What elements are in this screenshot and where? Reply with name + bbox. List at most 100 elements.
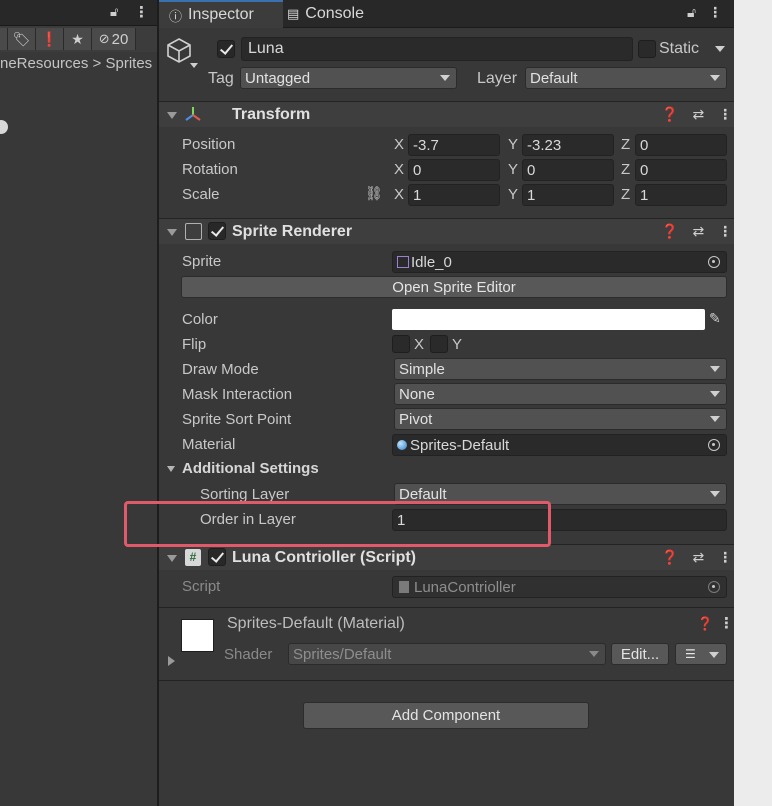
sprite-sort-point-value: Pivot <box>399 410 433 428</box>
star-icon[interactable]: ★ <box>64 28 92 50</box>
foldout-arrow-icon[interactable] <box>167 466 175 472</box>
layer-label: Layer <box>477 70 518 87</box>
preset-icon[interactable]: ⇄ <box>692 549 704 566</box>
component-actions: ❓ ⇄ ⋮ <box>661 549 732 566</box>
tab-console[interactable]: ▤ Console <box>287 0 387 28</box>
sprite-sort-point-dropdown[interactable]: Pivot <box>394 408 727 430</box>
open-sprite-editor-button[interactable]: Open Sprite Editor <box>181 276 727 298</box>
foldout-arrow-icon[interactable] <box>167 229 177 236</box>
edit-shader-button[interactable]: Edit... <box>611 643 669 665</box>
flip-x-label: X <box>414 336 425 353</box>
position-y-field[interactable]: -3.23 <box>522 134 614 156</box>
flip-label: Flip <box>182 336 207 353</box>
help-icon[interactable]: ❓ <box>697 616 713 632</box>
tag-dropdown[interactable]: Untagged <box>240 67 457 89</box>
flip-x-checkbox[interactable] <box>392 335 410 353</box>
draw-mode-value: Simple <box>399 360 445 378</box>
more-menu-icon[interactable]: ⋮ <box>718 106 732 123</box>
object-picker-icon[interactable] <box>708 439 720 451</box>
flip-y-label: Y <box>452 336 463 353</box>
rotation-z-field[interactable]: 0 <box>635 159 727 181</box>
rotation-y-field[interactable]: 0 <box>522 159 614 181</box>
static-dropdown-icon[interactable] <box>715 46 725 52</box>
help-icon[interactable]: ❓ <box>661 549 678 566</box>
more-menu-icon[interactable]: ⋮ <box>719 614 734 632</box>
color-swatch[interactable] <box>392 309 705 330</box>
chevron-down-icon <box>709 652 719 658</box>
draw-mode-label: Draw Mode <box>182 361 259 378</box>
shader-label: Shader <box>224 646 273 663</box>
position-x-field[interactable]: -3.7 <box>408 134 500 156</box>
visibility-toggle[interactable]: ⊘ 20 <box>92 28 136 50</box>
rotation-x-field[interactable]: 0 <box>408 159 500 181</box>
foldout-arrow-icon[interactable] <box>168 656 175 666</box>
constrain-proportions-icon[interactable]: ⛓︎ <box>365 185 383 202</box>
chevron-down-icon <box>710 75 720 81</box>
material-label: Material <box>182 436 236 453</box>
material-object-field[interactable]: Sprites-Default <box>392 434 727 456</box>
help-icon[interactable]: ❓ <box>661 223 678 240</box>
layer-dropdown[interactable]: Default <box>525 67 727 89</box>
foldout-arrow-icon[interactable] <box>167 555 177 562</box>
sprite-value: Idle_0 <box>411 253 452 271</box>
status-dot-icon <box>0 120 8 134</box>
more-menu-icon[interactable]: ⋮ <box>718 549 732 566</box>
tag-label: Tag <box>208 70 234 87</box>
object-picker-icon[interactable] <box>708 256 720 268</box>
active-checkbox[interactable] <box>217 40 235 58</box>
x-axis-label: X <box>394 186 405 203</box>
more-menu-icon[interactable]: ⋮ <box>708 4 722 21</box>
material-asset-icon <box>397 440 407 450</box>
tool-button[interactable] <box>0 28 8 50</box>
additional-settings-foldout[interactable]: Additional Settings <box>182 460 319 477</box>
shader-dropdown[interactable]: Sprites/Default <box>288 643 606 665</box>
position-z-field[interactable]: 0 <box>635 134 727 156</box>
gameobject-cube-icon[interactable] <box>165 36 193 64</box>
color-label: Color <box>182 311 218 328</box>
preset-icon[interactable]: ⇄ <box>692 223 704 240</box>
chevron-down-icon <box>710 491 720 497</box>
divider <box>159 680 734 681</box>
transform-header[interactable]: Transform ❓ ⇄ ⋮ <box>159 101 734 127</box>
scale-x-field[interactable]: 1 <box>408 184 500 206</box>
more-menu-icon[interactable]: ⋮ <box>718 223 732 240</box>
console-icon: ▤ <box>287 6 300 21</box>
lock-icon[interactable]: 🔓︎ <box>110 4 118 20</box>
foldout-arrow-icon[interactable] <box>167 112 177 119</box>
more-menu-icon[interactable]: ⋮ <box>134 3 149 21</box>
hidden-count: 20 <box>111 30 129 48</box>
lock-icon[interactable]: 🔓︎ <box>687 4 696 21</box>
shader-options-button[interactable]: ☰ <box>675 643 727 665</box>
mask-interaction-dropdown[interactable]: None <box>394 383 727 405</box>
tab-inspector[interactable]: ⓘ Inspector <box>159 0 283 28</box>
scale-z-field[interactable]: 1 <box>635 184 727 206</box>
x-axis-label: X <box>394 136 405 153</box>
chevron-down-icon[interactable] <box>190 63 198 68</box>
static-checkbox[interactable] <box>638 40 656 58</box>
sprite-renderer-enabled-checkbox[interactable] <box>208 222 226 240</box>
sprite-renderer-header[interactable]: Sprite Renderer ❓ ⇄ ⋮ <box>159 218 734 244</box>
flip-y-checkbox[interactable] <box>430 335 448 353</box>
chevron-down-icon <box>710 416 720 422</box>
script-enabled-checkbox[interactable] <box>208 548 226 566</box>
breadcrumb[interactable]: neResources > Sprites <box>0 55 157 77</box>
add-component-button[interactable]: Add Component <box>303 702 589 729</box>
material-preview <box>181 619 214 652</box>
draw-mode-dropdown[interactable]: Simple <box>394 358 727 380</box>
object-picker-icon <box>708 581 720 593</box>
object-name-input[interactable]: Luna <box>241 37 633 61</box>
luna-controller-header[interactable]: # Luna Contrioller (Script) ❓ ⇄ ⋮ <box>159 544 734 570</box>
component-actions: ❓ ⇄ ⋮ <box>661 223 732 240</box>
z-axis-label: Z <box>621 136 631 153</box>
scale-y-field[interactable]: 1 <box>522 184 614 206</box>
material-value: Sprites-Default <box>410 436 510 454</box>
help-icon[interactable]: ❓ <box>661 106 678 123</box>
sprite-object-field[interactable]: Idle_0 <box>392 251 727 273</box>
eyedropper-icon[interactable]: ✎ <box>709 310 721 327</box>
tab-label: Console <box>305 5 364 22</box>
label-icon[interactable]: 🏷︎ <box>8 28 36 50</box>
alert-icon[interactable]: ❗ <box>36 28 64 50</box>
chevron-down-icon <box>710 366 720 372</box>
chevron-down-icon <box>440 75 450 81</box>
preset-icon[interactable]: ⇄ <box>692 106 704 123</box>
